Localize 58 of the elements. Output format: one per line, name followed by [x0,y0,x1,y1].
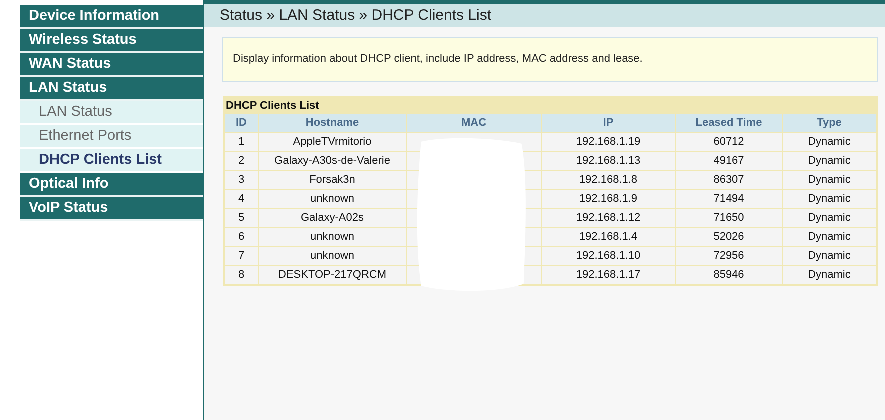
table-cell: Dynamic [783,190,876,208]
table-cell: Dynamic [783,152,876,170]
column-header: Type [783,114,876,132]
table-cell: unknown [259,247,406,265]
table-cell: DESKTOP-217QRCM [259,266,406,284]
table-cell: Galaxy-A02s [259,209,406,227]
table-cell: AppleTVrmitorio [259,133,406,151]
table-cell: 49167 [676,152,782,170]
table-cell: 192.168.1.9 [542,190,675,208]
table-cell: Forsak3n [259,171,406,189]
table-title: DHCP Clients List [225,99,320,114]
table-cell: 192.168.1.8 [542,171,675,189]
sidebar-item[interactable]: Wireless Status [20,29,203,53]
table-cell: 5 [225,209,258,227]
sidebar-subitem[interactable]: LAN Status [20,101,203,125]
table-cell: 192.168.1.17 [542,266,675,284]
table-cell: 72956 [676,247,782,265]
table-cell: Dynamic [783,247,876,265]
table-cell: 86307 [676,171,782,189]
sidebar-item[interactable]: VoIP Status [20,197,203,221]
table-cell: 192.168.1.13 [542,152,675,170]
column-header: Leased Time [676,114,782,132]
table-cell: Dynamic [783,228,876,246]
info-panel: Display information about DHCP client, include IP address, MAC address and lease. [222,37,878,82]
table-cell: 71650 [676,209,782,227]
table-cell: Galaxy-A30s-de-Valerie [259,152,406,170]
table-cell: Dynamic [783,133,876,151]
table-cell: 60712 [676,133,782,151]
table-cell: 71494 [676,190,782,208]
sidebar-item[interactable]: LAN Status [20,77,203,101]
column-header: ID [225,114,258,132]
table-cell: Dynamic [783,171,876,189]
sidebar-item[interactable]: WAN Status [20,53,203,77]
table-cell: 8 [225,266,258,284]
table-cell: Dynamic [783,209,876,227]
table-cell: 52026 [676,228,782,246]
breadcrumb: Status » LAN Status » DHCP Clients List [204,4,885,27]
table-cell: unknown [259,228,406,246]
column-header: Hostname [259,114,406,132]
table-cell: unknown [259,190,406,208]
sidebar-item[interactable]: Optical Info [20,173,203,197]
table-cell: 3 [225,171,258,189]
table-cell: 85946 [676,266,782,284]
table-cell: 7 [225,247,258,265]
table-cell: 192.168.1.19 [542,133,675,151]
sidebar-subitem[interactable]: Ethernet Ports [20,125,203,149]
table-cell: 192.168.1.10 [542,247,675,265]
table-cell: Dynamic [783,266,876,284]
table-cell: 192.168.1.4 [542,228,675,246]
column-header: MAC [407,114,541,132]
table-cell: 6 [225,228,258,246]
table-cell: 192.168.1.12 [542,209,675,227]
table-cell: 4 [225,190,258,208]
column-header: IP [542,114,675,132]
sidebar-subitem[interactable]: DHCP Clients List [20,149,203,173]
table-cell: 1 [225,133,258,151]
table-cell: 2 [225,152,258,170]
sidebar-item[interactable]: Device Information [20,5,203,29]
